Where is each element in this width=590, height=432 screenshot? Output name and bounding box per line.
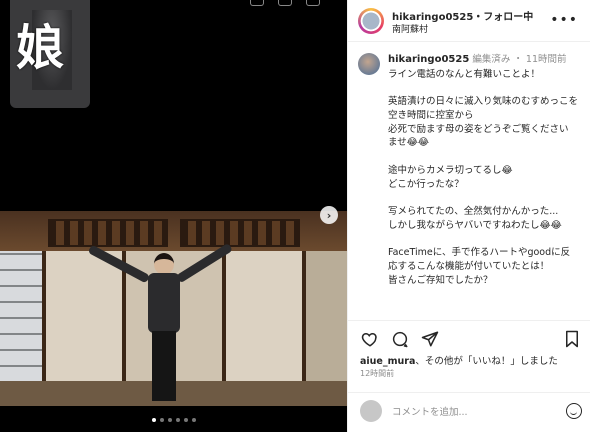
toolbar-icon-2 <box>278 0 292 6</box>
next-slide-button[interactable]: › <box>320 206 338 224</box>
heart-icon[interactable] <box>360 329 380 349</box>
post-timestamp[interactable]: 12時間前 <box>360 368 394 379</box>
caption-time-sep: ・ <box>513 54 523 65</box>
caption-body: hikaringo0525 編集済み ・ 11時間前 ライン電話のなんと有難いこ… <box>388 53 578 288</box>
person-body <box>148 273 180 333</box>
wall-left <box>42 251 122 401</box>
ranma-panel-right <box>180 219 300 247</box>
caption-username[interactable]: hikaringo0525 <box>388 54 469 65</box>
instagram-post-view: 娘 › hikaringo0525・フォロー中 南阿蘇村 ••• hikarin… <box>0 0 590 432</box>
video-call-photo <box>0 211 347 406</box>
post-sidebar: hikaringo0525・フォロー中 南阿蘇村 ••• hikaringo05… <box>347 0 590 432</box>
chevron-right-icon: › <box>326 208 332 222</box>
pip-label: 娘 <box>16 20 65 76</box>
carousel-dot <box>184 418 188 422</box>
likes-summary: aiue_mura、その他が「いいね！」しました <box>360 353 558 367</box>
post-header: hikaringo0525・フォロー中 南阿蘇村 ••• <box>348 0 590 42</box>
wall-far-right <box>302 251 347 401</box>
carousel-dot <box>160 418 164 422</box>
top-toolbar-icons <box>250 0 320 6</box>
person-head <box>154 253 174 275</box>
post-location[interactable]: 南阿蘇村 <box>392 25 533 35</box>
caption-edited: 編集済み <box>472 54 511 65</box>
liker-username[interactable]: aiue_mura <box>360 356 415 367</box>
caption-avatar[interactable] <box>358 53 380 75</box>
bookmark-icon[interactable] <box>562 329 582 349</box>
comment-input[interactable]: コメントを追加... <box>392 404 566 418</box>
person-legs <box>152 331 176 401</box>
carousel-dot <box>176 418 180 422</box>
facetime-self-view: 娘 <box>10 0 90 108</box>
dancing-person <box>87 242 233 401</box>
post-author-info: hikaringo0525・フォロー中 南阿蘇村 <box>392 6 533 35</box>
caption-text: ライン電話のなんと有難いことよ！ 英語漬けの日々に滅入り気味のむすめっこを 空き… <box>388 68 579 286</box>
divider-2 <box>348 392 590 393</box>
carousel-indicator <box>152 418 196 422</box>
toolbar-icon-3 <box>306 0 320 6</box>
post-media[interactable]: 娘 › <box>0 0 347 432</box>
shoji-window <box>0 251 42 381</box>
carousel-dot <box>152 418 156 422</box>
caption-area: hikaringo0525 編集済み ・ 11時間前 ライン電話のなんと有難いこ… <box>348 43 590 321</box>
viewer-avatar <box>360 400 382 422</box>
avatar[interactable] <box>358 7 384 34</box>
divider <box>348 320 590 321</box>
toolbar-icon-1 <box>250 0 264 6</box>
carousel-dot <box>192 418 196 422</box>
comment-composer: コメントを追加... <box>360 399 582 423</box>
more-icon[interactable]: ••• <box>550 12 578 28</box>
wall-right <box>222 251 302 401</box>
emoji-icon[interactable] <box>566 403 582 419</box>
carousel-dot <box>168 418 172 422</box>
action-bar <box>360 328 582 350</box>
share-icon[interactable] <box>420 329 440 349</box>
caption-item: hikaringo0525 編集済み ・ 11時間前 ライン電話のなんと有難いこ… <box>358 53 581 288</box>
comment-icon[interactable] <box>390 329 410 349</box>
ranma-panel-left <box>48 219 168 247</box>
caption-time: 11時間前 <box>525 54 567 65</box>
likes-rest[interactable]: 、その他が「いいね！」しました <box>415 356 558 367</box>
author-username[interactable]: hikaringo0525 <box>392 12 473 23</box>
follow-status[interactable]: ・フォロー中 <box>473 12 533 23</box>
